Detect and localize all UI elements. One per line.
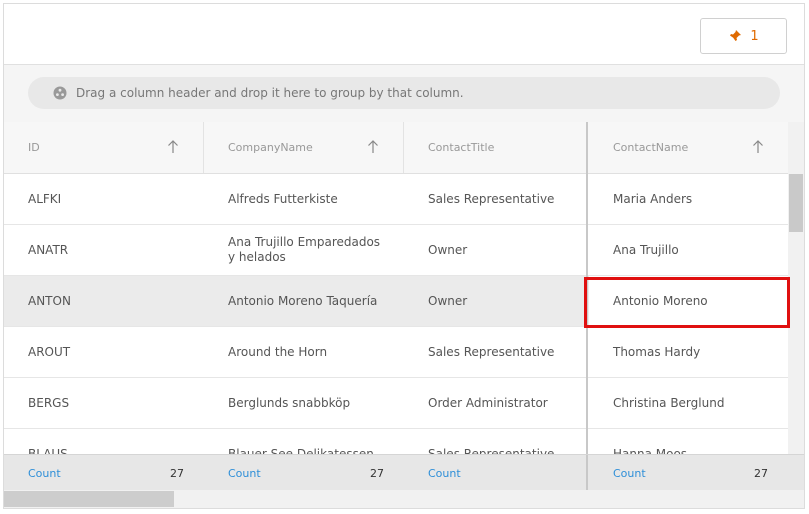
pinned-count: 1 xyxy=(750,28,759,44)
cell-contact[interactable]: Hanna Moos xyxy=(589,429,788,455)
summary-label[interactable]: Count xyxy=(613,467,646,480)
table-row[interactable]: AROUT Around the Horn Sales Representati… xyxy=(4,327,788,378)
cell-title[interactable]: Owner xyxy=(404,276,588,326)
column-header-id[interactable]: ID xyxy=(4,122,204,173)
summary-row: Count 27 Count 27 Count Count 27 xyxy=(4,454,804,491)
cell-company[interactable]: Around the Horn xyxy=(204,327,404,377)
summary-cell-company: Count 27 xyxy=(204,455,404,491)
cell-contact[interactable]: Christina Berglund xyxy=(589,378,788,428)
summary-label[interactable]: Count xyxy=(28,467,61,480)
group-icon xyxy=(53,86,67,100)
cell-title[interactable]: Sales Representative xyxy=(404,327,588,377)
sort-ascending-icon[interactable] xyxy=(367,140,379,154)
summary-value: 27 xyxy=(370,466,384,480)
column-header-companyname[interactable]: CompanyName xyxy=(204,122,404,173)
column-header-contactname[interactable]: ContactName xyxy=(589,122,788,173)
sort-ascending-icon[interactable] xyxy=(752,140,764,154)
cell-title[interactable]: Sales Representative xyxy=(404,429,588,455)
cell-company[interactable]: Antonio Moreno Taquería xyxy=(204,276,404,326)
table-row[interactable]: BERGS Berglunds snabbköp Order Administr… xyxy=(4,378,788,429)
pinned-column-divider xyxy=(586,455,588,491)
group-placeholder-text: Drag a column header and drop it here to… xyxy=(76,86,464,100)
grid-toolbar: 1 xyxy=(4,4,804,65)
pin-icon xyxy=(729,30,742,42)
vertical-scrollbar-thumb[interactable] xyxy=(789,174,803,232)
vertical-scrollbar[interactable] xyxy=(788,122,804,454)
table-row[interactable]: BLAUS Blauer See Delikatessen Sales Repr… xyxy=(4,429,788,455)
header-row: ID CompanyName ContactTitle ContactName xyxy=(4,122,788,174)
group-placeholder: Drag a column header and drop it here to… xyxy=(28,77,780,109)
cell-contact-active[interactable]: Antonio Moreno xyxy=(589,276,788,326)
horizontal-scrollbar-thumb[interactable] xyxy=(4,491,174,507)
column-header-label: ID xyxy=(28,141,40,154)
summary-cell-contact: Count 27 xyxy=(589,455,788,491)
cell-id[interactable]: BLAUS xyxy=(4,429,204,455)
data-grid: 1 Drag a column header and drop it here … xyxy=(3,3,805,509)
sort-ascending-icon[interactable] xyxy=(167,140,179,154)
table-row[interactable]: ALFKI Alfreds Futterkiste Sales Represen… xyxy=(4,174,788,225)
summary-label[interactable]: Count xyxy=(228,467,261,480)
cell-id[interactable]: ANTON xyxy=(4,276,204,326)
summary-cell-title: Count xyxy=(404,455,588,491)
summary-label[interactable]: Count xyxy=(428,467,461,480)
cell-id[interactable]: ALFKI xyxy=(4,174,204,224)
cell-contact[interactable]: Thomas Hardy xyxy=(589,327,788,377)
cell-company[interactable]: Ana Trujillo Emparedados y helados xyxy=(204,225,404,275)
grid-body: ID CompanyName ContactTitle ContactName … xyxy=(4,122,788,454)
pinned-columns-button[interactable]: 1 xyxy=(700,18,787,54)
cell-id[interactable]: BERGS xyxy=(4,378,204,428)
summary-value: 27 xyxy=(170,466,184,480)
summary-cell-id: Count 27 xyxy=(4,455,204,491)
cell-title[interactable]: Owner xyxy=(404,225,588,275)
cell-title[interactable]: Sales Representative xyxy=(404,174,588,224)
cell-contact[interactable]: Maria Anders xyxy=(589,174,788,224)
table-row[interactable]: ANATR Ana Trujillo Emparedados y helados… xyxy=(4,225,788,276)
column-header-label: ContactTitle xyxy=(428,141,495,154)
column-header-label: ContactName xyxy=(613,141,689,154)
cell-contact[interactable]: Ana Trujillo xyxy=(589,225,788,275)
cell-company[interactable]: Alfreds Futterkiste xyxy=(204,174,404,224)
horizontal-scrollbar[interactable] xyxy=(4,490,804,508)
cell-title[interactable]: Order Administrator xyxy=(404,378,588,428)
table-row-selected[interactable]: ANTON Antonio Moreno Taquería Owner Anto… xyxy=(4,276,788,327)
cell-company[interactable]: Blauer See Delikatessen xyxy=(204,429,404,455)
pinned-column-divider xyxy=(586,122,588,454)
group-drop-area[interactable]: Drag a column header and drop it here to… xyxy=(4,65,804,123)
cell-id[interactable]: ANATR xyxy=(4,225,204,275)
summary-value: 27 xyxy=(754,466,768,480)
column-header-contacttitle[interactable]: ContactTitle xyxy=(404,122,588,173)
cell-company[interactable]: Berglunds snabbköp xyxy=(204,378,404,428)
cell-id[interactable]: AROUT xyxy=(4,327,204,377)
column-header-label: CompanyName xyxy=(228,141,313,154)
